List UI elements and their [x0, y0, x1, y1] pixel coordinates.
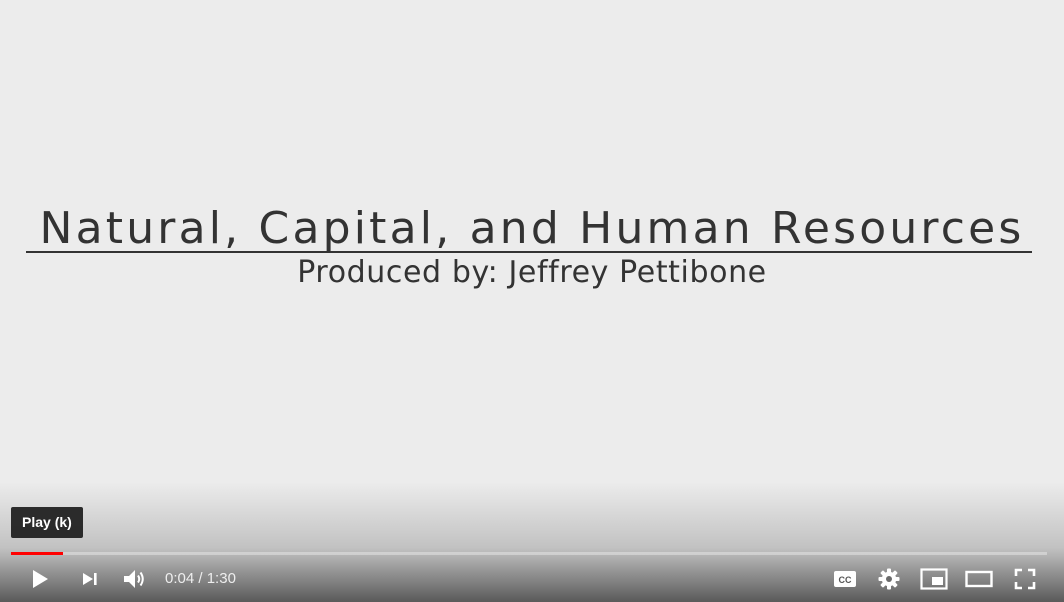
captions-icon: CC: [834, 571, 856, 587]
slide-title-underline: [26, 251, 1032, 253]
time-display: 0:04 / 1:30: [165, 559, 236, 599]
settings-icon: [878, 568, 900, 590]
slide-subtitle: Produced by: Jeffrey Pettibone: [297, 255, 767, 290]
play-tooltip: Play (k): [11, 507, 83, 538]
play-button[interactable]: [20, 559, 60, 599]
theater-mode-button[interactable]: [958, 559, 1000, 599]
miniplayer-button[interactable]: [914, 559, 954, 599]
progress-bar[interactable]: [11, 551, 1047, 556]
video-player[interactable]: Natural, Capital, and Human Resources Pr…: [0, 0, 1064, 602]
progress-played: [11, 552, 63, 555]
svg-text:CC: CC: [839, 575, 852, 585]
duration: 1:30: [206, 570, 236, 587]
miniplayer-icon: [920, 568, 948, 590]
captions-button[interactable]: CC: [826, 559, 864, 599]
time-separator: /: [194, 570, 207, 587]
control-bar: 0:04 / 1:30 CC: [0, 559, 1064, 599]
volume-icon: [124, 570, 144, 588]
next-button[interactable]: [72, 559, 108, 599]
current-time: 0:04: [165, 570, 195, 587]
theater-icon: [965, 570, 993, 588]
settings-button[interactable]: [870, 559, 908, 599]
mute-button[interactable]: [116, 559, 152, 599]
fullscreen-icon: [1014, 568, 1036, 590]
progress-track: [11, 552, 1047, 555]
fullscreen-button[interactable]: [1005, 559, 1045, 599]
slide-title: Natural, Capital, and Human Resources: [39, 203, 1025, 254]
next-icon: [83, 573, 97, 585]
play-icon: [33, 570, 48, 588]
